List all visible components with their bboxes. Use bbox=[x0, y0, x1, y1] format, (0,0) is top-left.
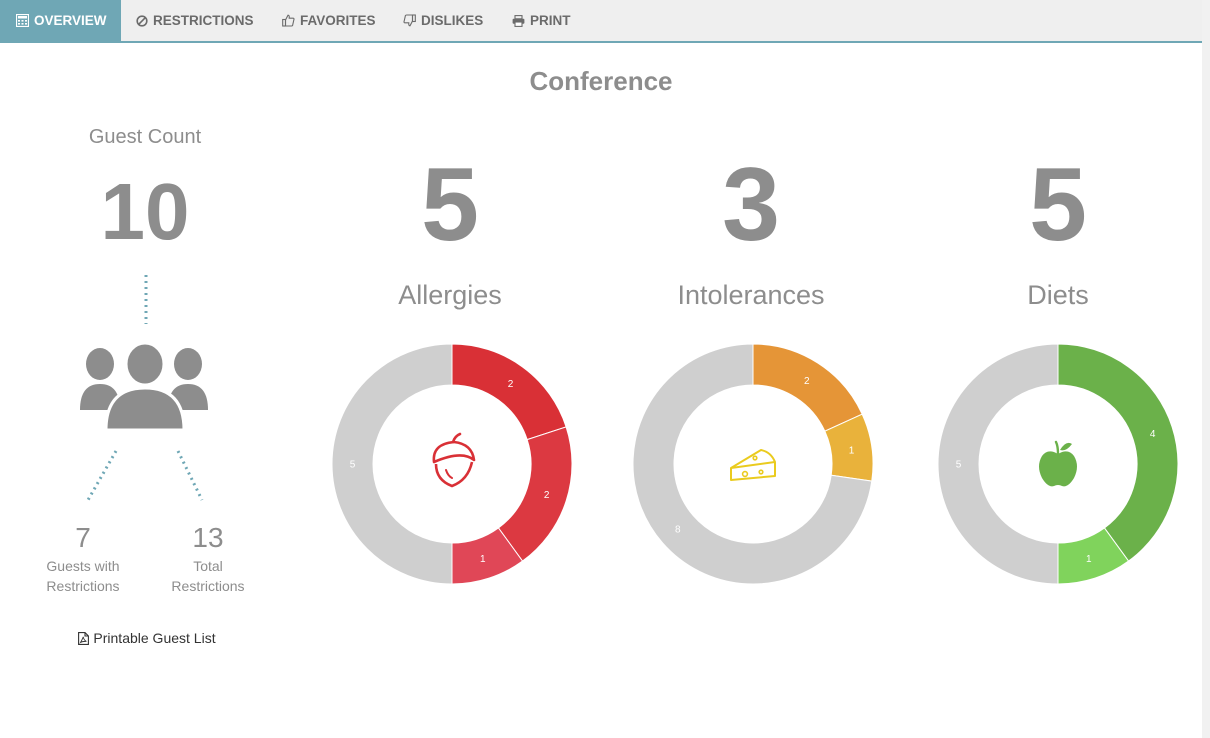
diets-slice-label-1: 1 bbox=[1086, 554, 1092, 565]
tab-dislikes[interactable]: DISLIKES bbox=[403, 0, 483, 41]
tab-favorites-label: FAVORITES bbox=[300, 13, 376, 28]
ban-icon bbox=[136, 14, 148, 27]
scrollbar[interactable] bbox=[1202, 0, 1210, 738]
allergies-count: 5 bbox=[421, 147, 479, 263]
guests-with-restrictions-label: Guests with Restrictions bbox=[33, 556, 133, 596]
total-restrictions-label-line1: Total bbox=[193, 558, 223, 574]
category-intolerances: 3 Intolerances bbox=[651, 150, 851, 311]
tab-print[interactable]: PRINT bbox=[512, 0, 571, 41]
printer-icon bbox=[512, 14, 525, 27]
tab-favorites[interactable]: FAVORITES bbox=[282, 0, 376, 41]
tab-bar: OVERVIEW RESTRICTIONS FAVORITES DISLIKES bbox=[0, 0, 1202, 43]
diets-slice-0[interactable] bbox=[1057, 343, 1179, 562]
apple-icon bbox=[1039, 440, 1077, 487]
category-diets: 5 Diets bbox=[958, 150, 1158, 311]
intolerances-slice-label-1: 1 bbox=[849, 445, 855, 456]
allergies-slice-0[interactable] bbox=[451, 343, 567, 441]
intolerances-slice-0[interactable] bbox=[752, 343, 863, 432]
allergies-slice-label-1: 2 bbox=[544, 490, 550, 501]
thumbs-up-icon bbox=[282, 14, 295, 27]
tab-overview-label: OVERVIEW bbox=[34, 13, 107, 28]
guest-count-label: Guest Count bbox=[88, 126, 202, 148]
intolerances-donut-chart: 2 1 8 bbox=[632, 343, 874, 585]
diets-label: Diets bbox=[1027, 280, 1089, 310]
cheese-icon bbox=[730, 449, 776, 481]
tab-dislikes-label: DISLIKES bbox=[421, 13, 484, 28]
people-group-icon bbox=[80, 275, 208, 501]
allergies-slice-1[interactable] bbox=[497, 426, 573, 562]
intolerances-slice-label-2: 8 bbox=[675, 525, 681, 536]
pdf-file-icon bbox=[78, 631, 90, 645]
allergies-donut-chart: 2 2 1 5 bbox=[331, 343, 573, 585]
allergies-slice-label-2: 1 bbox=[480, 554, 486, 565]
tab-overview[interactable]: OVERVIEW bbox=[0, 0, 121, 41]
guests-with-restrictions-label-line2: Restrictions bbox=[46, 578, 120, 594]
total-restrictions: 13 Total Restrictions bbox=[158, 522, 258, 596]
page-title: Conference bbox=[529, 66, 673, 96]
tab-print-label: PRINT bbox=[530, 13, 571, 28]
intolerances-count: 3 bbox=[722, 147, 780, 263]
tab-restrictions[interactable]: RESTRICTIONS bbox=[136, 0, 254, 41]
guests-with-restrictions-label-line1: Guests with bbox=[46, 558, 120, 574]
total-restrictions-label-line2: Restrictions bbox=[171, 578, 245, 594]
allergies-slice-label-3: 5 bbox=[350, 460, 356, 471]
intolerances-label: Intolerances bbox=[677, 280, 825, 310]
printable-guest-list-label: Printable Guest List bbox=[93, 630, 216, 646]
intolerances-slice-label-0: 2 bbox=[804, 376, 810, 387]
calculator-icon bbox=[16, 14, 29, 27]
thumbs-down-icon bbox=[403, 14, 416, 27]
diets-slice-label-0: 4 bbox=[1150, 429, 1156, 440]
allergies-label: Allergies bbox=[398, 280, 502, 310]
diets-slice-label-2: 5 bbox=[956, 460, 962, 471]
guests-with-restrictions: 7 Guests with Restrictions bbox=[33, 522, 133, 596]
diets-count: 5 bbox=[1029, 147, 1087, 263]
guest-count-value: 10 bbox=[100, 167, 190, 256]
guests-with-restrictions-value: 7 bbox=[75, 522, 91, 553]
total-restrictions-label: Total Restrictions bbox=[158, 556, 258, 596]
printable-guest-list-link[interactable]: Printable Guest List bbox=[62, 630, 232, 646]
category-allergies: 5 Allergies bbox=[350, 150, 550, 311]
total-restrictions-value: 13 bbox=[192, 522, 224, 553]
tab-restrictions-label: RESTRICTIONS bbox=[153, 13, 254, 28]
allergies-slice-label-0: 2 bbox=[508, 379, 514, 390]
diets-donut-chart: 4 1 5 bbox=[937, 343, 1179, 585]
acorn-icon bbox=[432, 432, 476, 488]
